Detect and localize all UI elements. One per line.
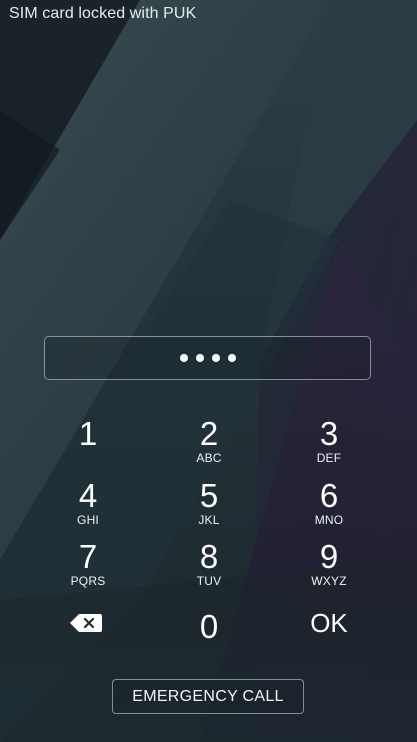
pin-dots: [179, 354, 236, 362]
ok-button[interactable]: OK: [269, 600, 389, 658]
sim-status-message: SIM card locked with PUK: [9, 5, 197, 22]
key-number: 6: [319, 477, 339, 514]
pin-dot: [211, 354, 220, 362]
key-7[interactable]: 7 PQRS: [28, 539, 148, 597]
key-number: 8: [199, 538, 219, 575]
puk-input-field[interactable]: [44, 336, 371, 380]
key-letters: PQRS: [70, 574, 106, 588]
pin-dot: [179, 354, 188, 362]
ok-label: OK: [310, 608, 348, 638]
key-letters: WXYZ: [311, 574, 347, 588]
key-0[interactable]: 0: [149, 600, 269, 658]
key-1[interactable]: 1: [28, 416, 148, 474]
key-number: 7: [78, 538, 98, 575]
key-letters: ABC: [196, 451, 222, 465]
backspace-button[interactable]: [66, 609, 106, 637]
key-number: 2: [199, 415, 219, 452]
key-number: 0: [199, 608, 219, 645]
pin-dot: [195, 354, 204, 362]
backspace-icon: [70, 614, 102, 632]
key-letters: MNO: [314, 513, 344, 527]
key-number: 5: [199, 477, 219, 514]
key-number: 4: [78, 477, 98, 514]
key-number: 9: [319, 538, 339, 575]
key-letters: GHI: [77, 513, 99, 527]
key-8[interactable]: 8 TUV: [149, 539, 269, 597]
key-9[interactable]: 9 WXYZ: [269, 539, 389, 597]
key-letters: DEF: [316, 451, 342, 465]
lock-screen: SIM card locked with PUK 1 2 ABC 3 DEF 4…: [0, 0, 417, 742]
key-4[interactable]: 4 GHI: [28, 478, 148, 536]
key-5[interactable]: 5 JKL: [149, 478, 269, 536]
key-number: 1: [78, 415, 98, 452]
key-6[interactable]: 6 MNO: [269, 478, 389, 536]
key-letters: TUV: [196, 574, 222, 588]
key-letters: JKL: [198, 513, 220, 527]
pin-dot: [227, 354, 236, 362]
emergency-call-button[interactable]: EMERGENCY CALL: [112, 679, 304, 714]
key-2[interactable]: 2 ABC: [149, 416, 269, 474]
key-3[interactable]: 3 DEF: [269, 416, 389, 474]
key-number: 3: [319, 415, 339, 452]
